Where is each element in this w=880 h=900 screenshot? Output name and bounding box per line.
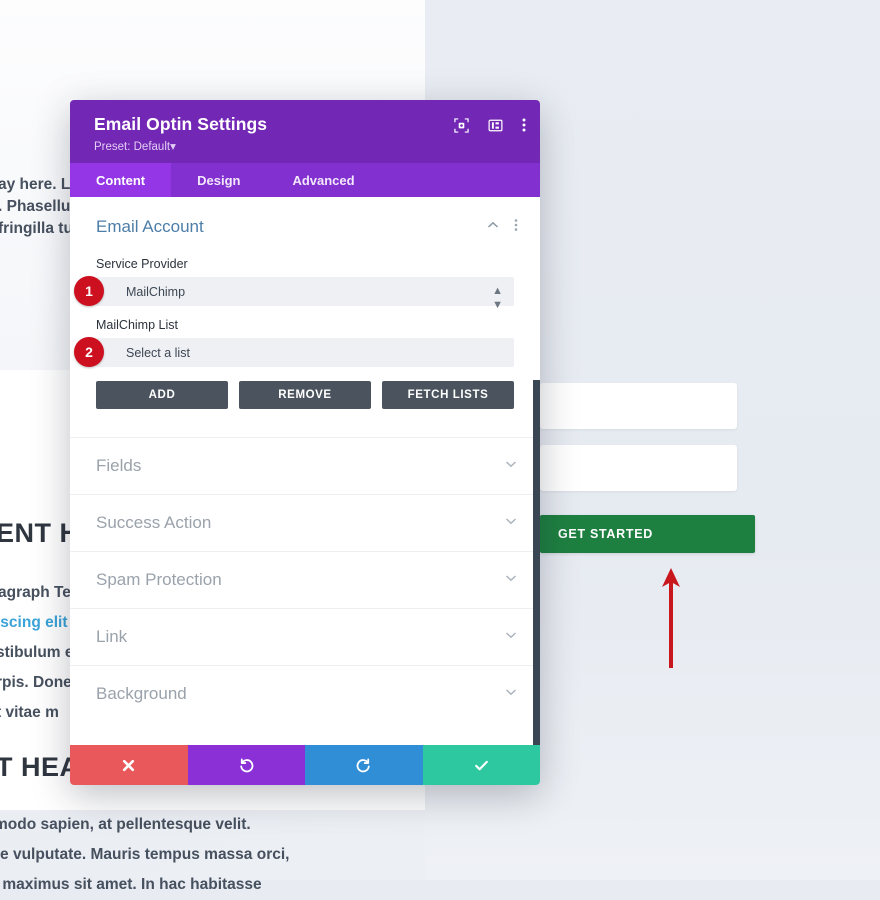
chevron-down-icon (504, 627, 518, 647)
modal-header-icons (454, 117, 526, 133)
service-provider-label: Service Provider (70, 245, 540, 277)
modal-body: Email Account Service Provider 1 (70, 197, 540, 745)
layout-icon[interactable] (488, 118, 503, 133)
step-badge-2: 2 (74, 337, 104, 367)
chevron-down-icon (504, 570, 518, 590)
mailchimp-list-label: MailChimp List (70, 306, 540, 338)
chevron-down-icon (504, 684, 518, 704)
background-text-line: stibulum e (0, 638, 74, 668)
caret-down-icon: ▾ (170, 141, 176, 153)
fetch-lists-button[interactable]: FETCH LISTS (382, 381, 514, 409)
remove-button[interactable]: REMOVE (239, 381, 371, 409)
background-text-line: r maximus sit amet. In hac habitasse (0, 870, 262, 900)
more-vertical-icon[interactable] (514, 218, 518, 237)
accordion-spam-protection[interactable]: Spam Protection (70, 551, 540, 608)
background-link-text[interactable]: iscing elit (0, 608, 68, 638)
accordion-link[interactable]: Link (70, 608, 540, 665)
chevron-up-icon[interactable] (486, 218, 500, 237)
email-optin-settings-modal: Email Optin Settings Preset: Default▾ (70, 100, 540, 785)
service-provider-row: 1 MailChimp ▲▼ (96, 277, 514, 306)
tab-design[interactable]: Design (171, 163, 266, 197)
save-button[interactable] (423, 745, 541, 785)
list-action-buttons: ADD REMOVE FETCH LISTS (70, 367, 540, 409)
annotation-arrow (655, 565, 687, 670)
get-started-button[interactable]: GET STARTED (540, 515, 755, 553)
section-header-icons (486, 218, 518, 237)
accordion-label: Link (96, 627, 127, 647)
redo-button[interactable] (305, 745, 423, 785)
mailchimp-list-row: 2 Select a list (96, 338, 514, 367)
chevron-down-icon (504, 513, 518, 533)
background-text-line: fringilla tur (0, 214, 79, 244)
add-button[interactable]: ADD (96, 381, 228, 409)
modal-preset-label: Preset: Default (94, 141, 170, 153)
background-text-line: agraph Te (0, 578, 71, 608)
select-stepper-icon: ▲▼ (492, 284, 503, 312)
optin-name-field[interactable] (540, 383, 737, 429)
background-text-line: modo sapien, at pellentesque velit. (0, 810, 251, 840)
service-provider-select[interactable]: MailChimp (96, 277, 514, 306)
modal-scrollbar[interactable] (533, 380, 540, 745)
accordion-label: Fields (96, 456, 141, 476)
section-title: Email Account (96, 217, 486, 237)
more-vertical-icon[interactable] (522, 117, 526, 133)
modal-footer (70, 745, 540, 785)
tab-advanced[interactable]: Advanced (266, 163, 380, 197)
tab-content[interactable]: Content (70, 163, 171, 197)
accordion-fields[interactable]: Fields (70, 437, 540, 494)
undo-button[interactable] (188, 745, 306, 785)
accordion-label: Background (96, 684, 187, 704)
background-text-line: rpis. Done (0, 668, 72, 698)
background-text-line: t vitae m (0, 698, 59, 728)
modal-header: Email Optin Settings Preset: Default▾ (70, 100, 540, 163)
accordion-label: Spam Protection (96, 570, 222, 590)
email-account-section-header[interactable]: Email Account (70, 197, 540, 245)
background-text-line: re vulputate. Mauris tempus massa orci, (0, 840, 289, 870)
mailchimp-list-select[interactable]: Select a list (96, 338, 514, 367)
cancel-button[interactable] (70, 745, 188, 785)
section-spacer (70, 409, 540, 437)
focus-icon[interactable] (454, 118, 469, 133)
modal-tabs: Content Design Advanced (70, 163, 540, 197)
chevron-down-icon (504, 456, 518, 476)
modal-preset-selector[interactable]: Preset: Default▾ (94, 139, 522, 153)
accordion-success-action[interactable]: Success Action (70, 494, 540, 551)
accordion-label: Success Action (96, 513, 211, 533)
optin-email-field[interactable] (540, 445, 737, 491)
accordion-background[interactable]: Background (70, 665, 540, 722)
step-badge-1: 1 (74, 276, 104, 306)
